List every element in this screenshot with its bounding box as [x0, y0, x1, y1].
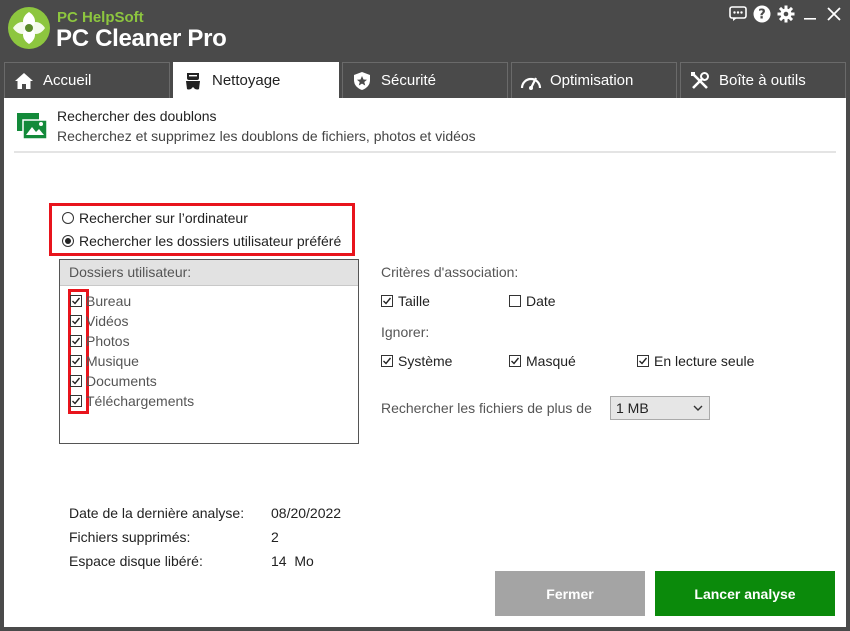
radio-search-computer[interactable]: Rechercher sur l’ordinateur [62, 210, 248, 226]
content-panel: Rechercher des doublons Recherchez et su… [4, 98, 846, 627]
radio-button[interactable] [62, 212, 74, 224]
app-logo-icon [8, 7, 50, 49]
title-bar: PC HelpSoft PC Cleaner Pro ? [0, 0, 850, 62]
tab-securite[interactable]: Sécurité [342, 62, 508, 98]
checkbox-checked[interactable] [70, 335, 82, 347]
start-scan-button[interactable]: Lancer analyse [655, 571, 835, 616]
duplicate-photos-icon [17, 113, 48, 140]
ignore-system-checkbox[interactable]: Système [381, 353, 452, 369]
criteria-date-checkbox[interactable]: Date [509, 293, 556, 309]
checkbox-checked[interactable] [70, 355, 82, 367]
radio-label: Rechercher les dossiers utilisateur préf… [79, 233, 342, 249]
tab-optimisation[interactable]: Optimisation [511, 62, 677, 98]
option-label: Système [398, 353, 453, 369]
search-scope-highlight: Rechercher sur l’ordinateur Rechercher l… [49, 203, 355, 256]
chevron-down-icon [693, 405, 703, 411]
deleted-files-value: 2 [271, 529, 279, 545]
freed-space-value: 14 Mo [271, 553, 314, 569]
shield-icon [351, 70, 373, 92]
checkbox-checked[interactable] [70, 295, 82, 307]
checkbox-checked[interactable] [381, 355, 393, 367]
brand-product: PC Cleaner Pro [56, 25, 227, 52]
folder-label: Bureau [86, 293, 132, 309]
folder-label: Photos [86, 333, 130, 349]
folder-item-telechargements[interactable]: Téléchargements [70, 393, 194, 409]
page-title: Rechercher des doublons [57, 108, 217, 124]
ignore-hidden-checkbox[interactable]: Masqué [509, 353, 576, 369]
close-icon[interactable] [824, 4, 844, 24]
window-bottom-edge [0, 627, 850, 631]
folder-item-videos[interactable]: Vidéos [70, 313, 129, 329]
help-icon[interactable]: ? [752, 4, 772, 24]
home-icon [13, 70, 35, 92]
brand-company: PC HelpSoft [57, 9, 144, 26]
tab-label: Optimisation [550, 72, 634, 89]
radio-label: Rechercher sur l’ordinateur [79, 210, 248, 226]
broom-icon [182, 70, 204, 92]
close-button[interactable]: Fermer [495, 571, 645, 616]
tab-label: Nettoyage [212, 72, 281, 89]
folder-label: Vidéos [86, 313, 129, 329]
user-folders-list: Dossiers utilisateur: Bureau Vidéos Phot… [59, 259, 359, 444]
tab-accueil[interactable]: Accueil [4, 62, 170, 98]
speedometer-icon [520, 70, 542, 92]
ignore-label: Ignorer: [381, 324, 430, 340]
checkbox-checked[interactable] [381, 295, 393, 307]
criteria-size-checkbox[interactable]: Taille [381, 293, 430, 309]
tab-label: Boîte à outils [719, 72, 806, 89]
main-tabs: Accueil Nettoyage Sécurité Optimisation … [4, 62, 846, 98]
header-divider [14, 151, 836, 153]
folder-item-musique[interactable]: Musique [70, 353, 139, 369]
tab-label: Accueil [43, 72, 92, 89]
folder-item-photos[interactable]: Photos [70, 333, 130, 349]
tools-icon [689, 70, 711, 92]
last-scan-value: 08/20/2022 [271, 505, 342, 521]
tab-nettoyage[interactable]: Nettoyage [173, 62, 339, 98]
checkbox-unchecked[interactable] [509, 295, 521, 307]
minimize-icon[interactable] [800, 4, 820, 24]
checkbox-checked[interactable] [509, 355, 521, 367]
min-size-label: Rechercher les fichiers de plus de [381, 400, 592, 416]
radio-button-selected[interactable] [62, 235, 74, 247]
tab-boite-a-outils[interactable]: Boîte à outils [680, 62, 846, 98]
criteria-label: Critères d'association: [381, 264, 519, 280]
folder-item-documents[interactable]: Documents [70, 373, 157, 389]
option-label: Masqué [526, 353, 576, 369]
select-value: 1 MB [616, 400, 649, 416]
radio-search-user-folders[interactable]: Rechercher les dossiers utilisateur préf… [62, 233, 341, 249]
checkbox-checked[interactable] [70, 395, 82, 407]
folder-label: Téléchargements [86, 393, 195, 409]
option-label: En lecture seule [654, 353, 755, 369]
ignore-readonly-checkbox[interactable]: En lecture seule [637, 353, 754, 369]
checkbox-checked[interactable] [70, 315, 82, 327]
chat-icon[interactable] [728, 4, 748, 24]
tab-label: Sécurité [381, 72, 437, 89]
folder-label: Musique [86, 353, 139, 369]
min-size-select[interactable]: 1 MB [610, 396, 710, 420]
checkbox-checked[interactable] [70, 375, 82, 387]
last-scan-label: Date de la dernière analyse: [69, 505, 245, 521]
page-subtitle: Recherchez et supprimez les doublons de … [57, 128, 476, 144]
deleted-files-label: Fichiers supprimés: [69, 529, 191, 545]
folder-item-bureau[interactable]: Bureau [70, 293, 131, 309]
folders-header: Dossiers utilisateur: [60, 260, 358, 286]
checkbox-checked[interactable] [637, 355, 649, 367]
freed-space-label: Espace disque libéré: [69, 553, 203, 569]
svg-text:?: ? [758, 8, 766, 23]
folder-label: Documents [86, 373, 157, 389]
option-label: Taille [398, 293, 430, 309]
option-label: Date [526, 293, 556, 309]
gear-icon[interactable] [776, 4, 796, 24]
